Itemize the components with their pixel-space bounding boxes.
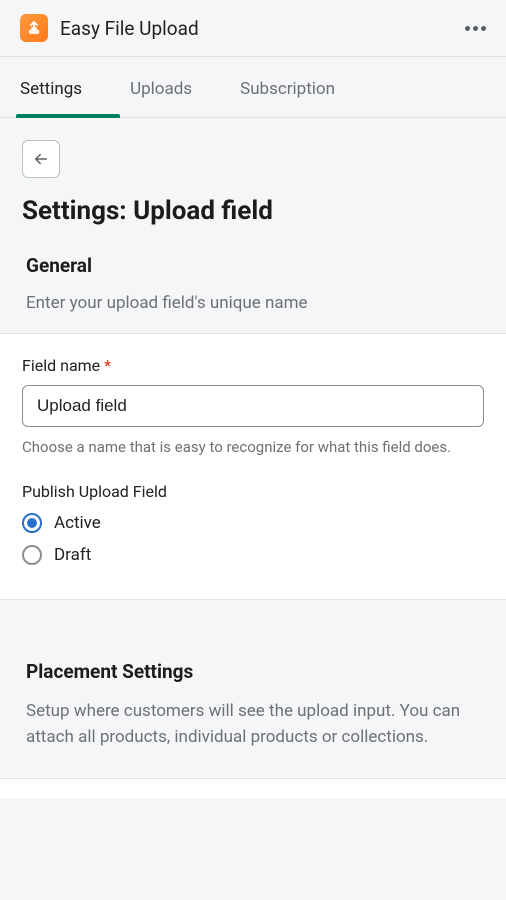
- tabs-bar: Settings Uploads Subscription: [0, 57, 506, 118]
- placement-card-top: [0, 778, 506, 798]
- main-content: Settings: Upload field General Enter you…: [0, 118, 506, 820]
- radio-label-active: Active: [54, 513, 101, 533]
- field-name-label-text: Field name: [22, 356, 100, 375]
- tab-subscription[interactable]: Subscription: [240, 57, 359, 117]
- arrow-left-icon: [32, 150, 50, 168]
- section-spacer: [22, 600, 484, 660]
- field-name-help-text: Choose a name that is easy to recognize …: [22, 437, 484, 458]
- radio-icon: [22, 545, 42, 565]
- app-header: Easy File Upload: [0, 0, 506, 57]
- radio-icon: [22, 513, 42, 533]
- placement-description: Setup where customers will see the uploa…: [26, 699, 480, 750]
- required-indicator: *: [104, 356, 111, 375]
- publish-label: Publish Upload Field: [22, 482, 484, 501]
- tab-uploads[interactable]: Uploads: [130, 57, 216, 117]
- header-left: Easy File Upload: [20, 14, 199, 42]
- tab-settings[interactable]: Settings: [20, 57, 106, 117]
- field-name-input[interactable]: [22, 385, 484, 427]
- field-name-label: Field name *: [22, 356, 484, 375]
- general-card: Field name * Choose a name that is easy …: [0, 333, 506, 600]
- page-title: Settings: Upload field: [22, 196, 484, 226]
- back-button[interactable]: [22, 140, 60, 178]
- cloud-upload-icon: [25, 19, 43, 37]
- placement-title: Placement Settings: [26, 660, 480, 683]
- radio-label-draft: Draft: [54, 545, 91, 565]
- app-title: Easy File Upload: [60, 17, 199, 40]
- publish-option-draft[interactable]: Draft: [22, 545, 484, 565]
- placement-section: Placement Settings Setup where customers…: [22, 660, 484, 750]
- app-icon: [20, 14, 48, 42]
- general-section-title: General: [22, 254, 484, 277]
- more-menu-icon[interactable]: [465, 26, 486, 31]
- general-section-description: Enter your upload field's unique name: [22, 293, 484, 313]
- publish-option-active[interactable]: Active: [22, 513, 484, 533]
